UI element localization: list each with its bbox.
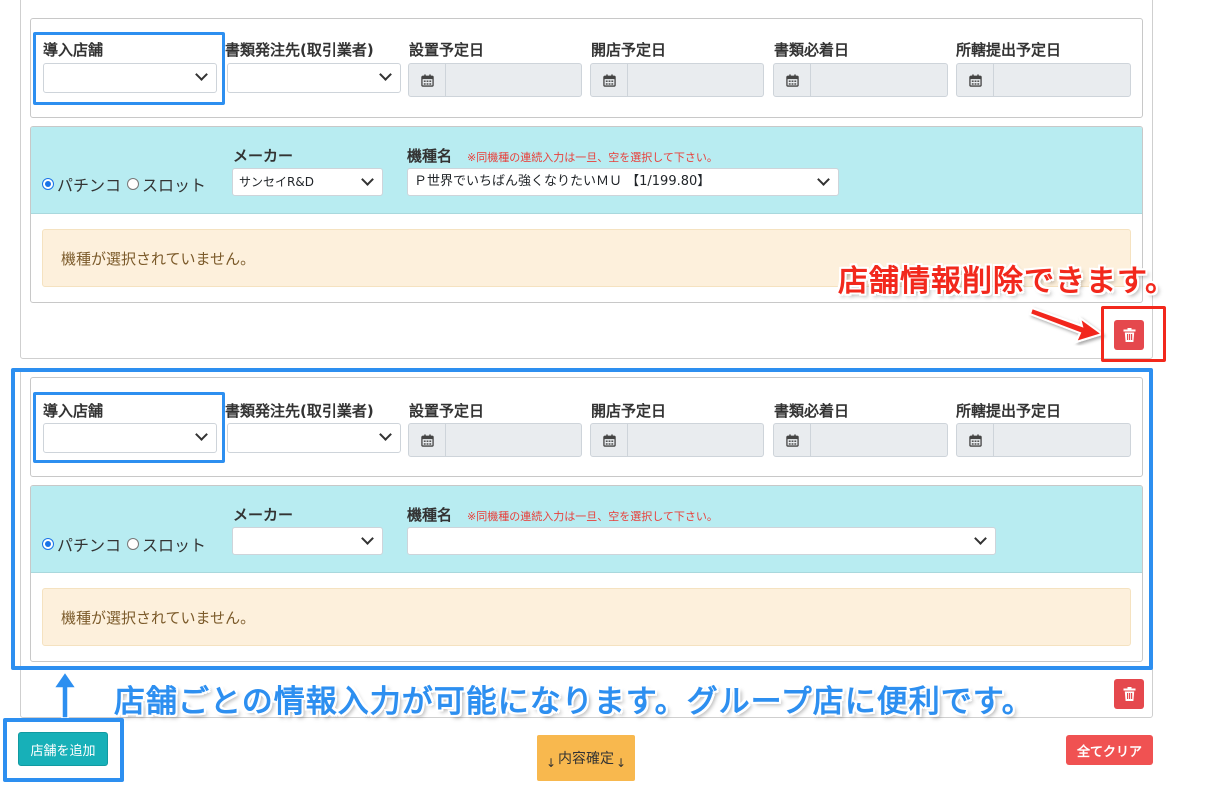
- blue-up-arrow-icon: [52, 670, 78, 719]
- trash-icon: [1123, 687, 1135, 701]
- confirm-button[interactable]: ↓ 内容確定 ↓: [537, 735, 635, 781]
- open-date-input[interactable]: [627, 63, 764, 97]
- doc-arrival-input[interactable]: [810, 63, 948, 97]
- clear-all-button[interactable]: 全てクリア: [1066, 735, 1153, 765]
- chevron-down-icon: [361, 173, 374, 186]
- open-date-label: 開店予定日: [591, 41, 667, 59]
- install-date-label: 設置予定日: [409, 41, 485, 59]
- trash-icon: [1123, 328, 1135, 342]
- maker-select-value: サンセイR&D: [239, 175, 314, 189]
- install-date-input[interactable]: [445, 63, 582, 97]
- machine-header-1: パチンコ スロット メーカー サンセイR&D 機種名 ※同機種の連続入力は一旦、…: [31, 127, 1142, 214]
- down-arrow-icon: ↓: [545, 756, 556, 770]
- doc-arrival-field[interactable]: [773, 63, 948, 97]
- down-arrow-icon: ↓: [616, 756, 627, 770]
- red-arrow-icon: [1028, 306, 1105, 344]
- radio-slot[interactable]: [127, 178, 140, 190]
- maker-select[interactable]: サンセイR&D: [232, 168, 383, 196]
- open-date-field[interactable]: [590, 63, 764, 97]
- add-store-label: 店舗を追加: [30, 743, 96, 759]
- store-card-highlight-2: [11, 368, 1153, 670]
- store-field-highlight-1: [33, 32, 225, 105]
- per-store-annotation: 店舗ごとの情報入力が可能になります。グループ店に便利です。: [114, 684, 1034, 720]
- model-select[interactable]: Ｐ世界でいちばん強くなりたいＭＵ 【1/199.80】: [407, 168, 839, 196]
- clear-all-label: 全てクリア: [1076, 744, 1142, 760]
- install-date-field[interactable]: [408, 63, 582, 97]
- machine-type-radios: パチンコ スロット: [42, 172, 206, 196]
- delete-store-button-1[interactable]: [1114, 320, 1144, 350]
- confirm-label: 内容確定: [558, 751, 614, 767]
- calendar-icon[interactable]: [408, 63, 446, 97]
- calendar-icon[interactable]: [773, 63, 811, 97]
- supplier-label: 書類発注先(取引業者): [225, 41, 374, 59]
- supplier-select[interactable]: [227, 63, 401, 93]
- delete-annotation: 店舗情報削除できます。: [838, 264, 1176, 299]
- delete-store-button-2[interactable]: [1114, 679, 1144, 709]
- no-model-text: 機種が選択されていません。: [61, 249, 256, 268]
- chevron-down-icon: [379, 68, 392, 81]
- submit-date-label: 所轄提出予定日: [956, 41, 1062, 59]
- calendar-icon[interactable]: [956, 63, 994, 97]
- doc-arrival-label: 書類必着日: [774, 41, 850, 59]
- model-label: 機種名: [407, 147, 453, 165]
- add-store-button[interactable]: 店舗を追加: [18, 732, 108, 766]
- radio-slot-label: スロット: [142, 176, 207, 195]
- model-note: ※同機種の連続入力は一旦、空を選択して下さい。: [467, 151, 718, 164]
- maker-label: メーカー: [233, 147, 294, 165]
- chevron-down-icon: [817, 173, 830, 186]
- radio-pachinko[interactable]: [42, 178, 54, 190]
- model-select-value: Ｐ世界でいちばん強くなりたいＭＵ 【1/199.80】: [414, 174, 711, 189]
- submit-date-field[interactable]: [956, 63, 1131, 97]
- calendar-icon[interactable]: [590, 63, 628, 97]
- submit-date-input[interactable]: [993, 63, 1131, 97]
- radio-pachinko-label: パチンコ: [57, 176, 122, 195]
